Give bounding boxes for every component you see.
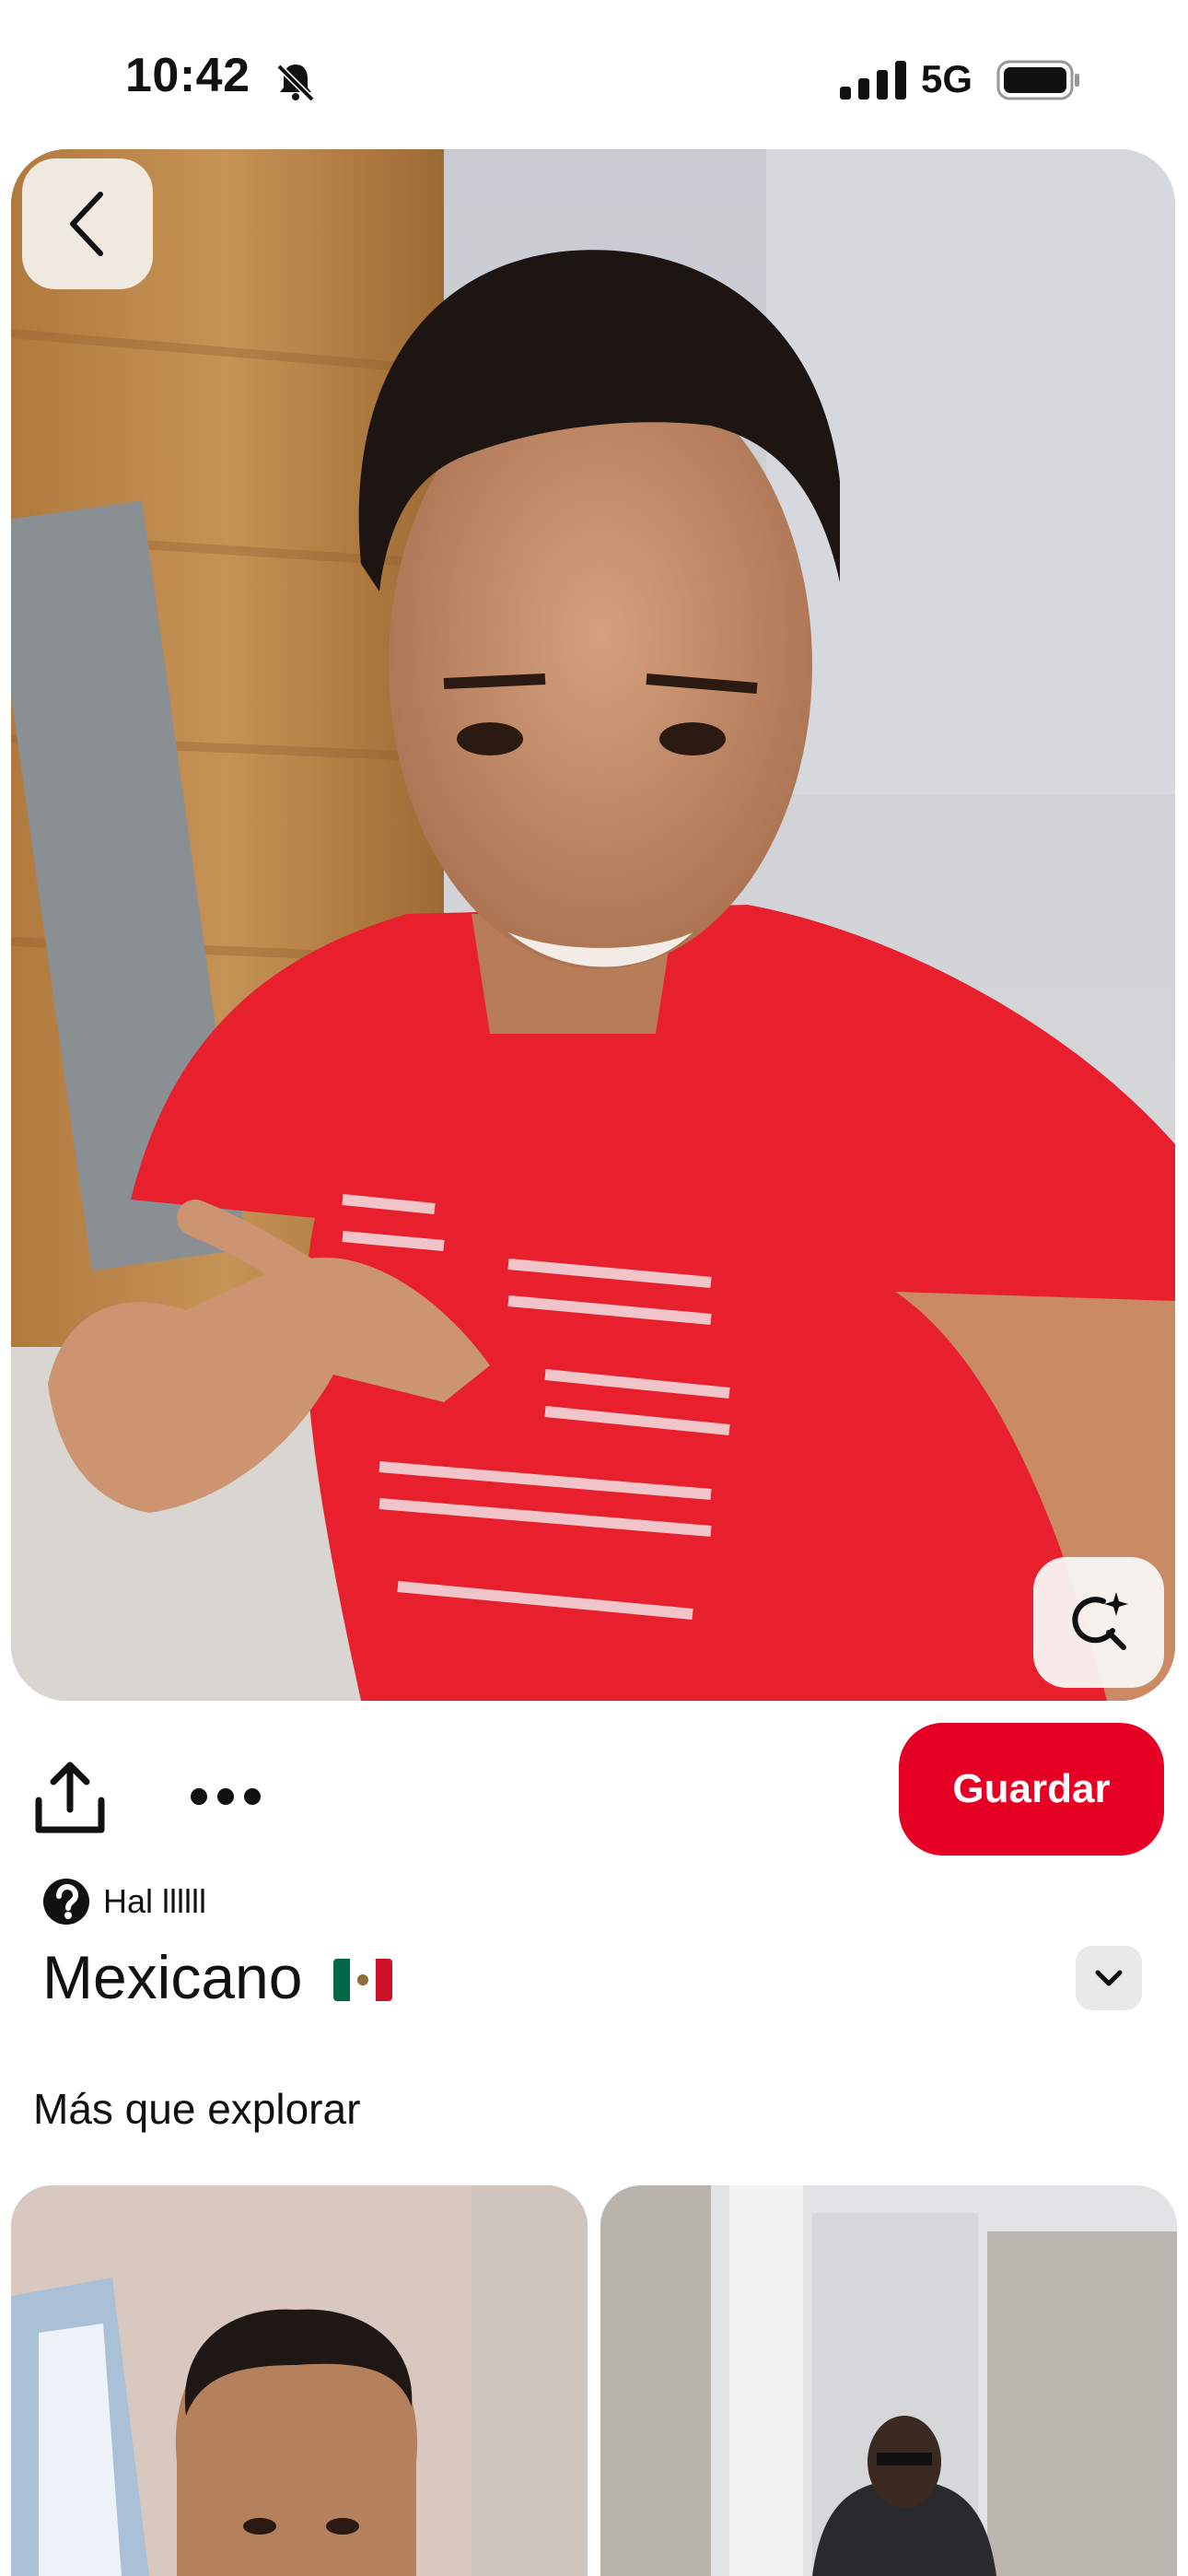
status-bar: 10:42 5G [0,0,1188,147]
explore-card-image [600,2185,1177,2576]
author-name: Hal llllll [103,1882,207,1920]
chevron-down-icon [1095,1970,1123,1986]
author-row[interactable]: Hal llllll [42,1876,206,1927]
expand-details-button[interactable] [1076,1946,1142,2010]
network-type: 5G [921,57,973,100]
explore-card-image [11,2185,588,2576]
signal-icon [840,61,906,100]
battery-icon [996,60,1079,100]
more-dots-icon [191,1788,261,1805]
visual-search-button[interactable] [1033,1557,1164,1688]
explore-card[interactable] [600,2185,1177,2576]
bell-slash-icon [276,64,315,102]
status-time: 10:42 [125,49,250,102]
action-row: Guardar [0,1723,1188,1861]
mexico-flag-icon [333,1959,392,2001]
share-icon [35,1762,105,1833]
save-button[interactable]: Guardar [899,1723,1164,1856]
pin-title: Mexicano [42,1943,303,2011]
explore-heading: Más que explorar [33,2085,361,2133]
question-icon [43,1879,89,1925]
back-button[interactable] [22,158,153,289]
visual-search-icon [1072,1592,1128,1650]
chevron-left-icon [70,192,103,256]
pin-image[interactable] [11,149,1175,1701]
share-button[interactable] [33,1760,107,1837]
explore-card[interactable] [11,2185,588,2576]
pin-photo [11,149,1175,1701]
more-button[interactable] [184,1769,267,1824]
